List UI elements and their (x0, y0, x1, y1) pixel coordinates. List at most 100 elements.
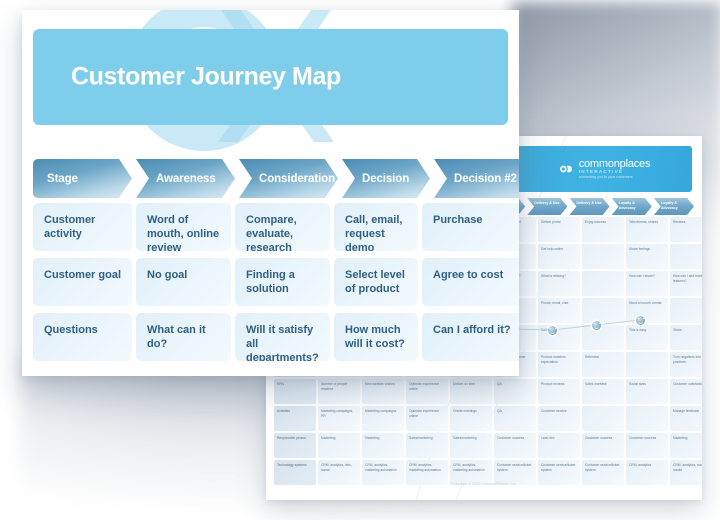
stage-chevron-label: Stage (47, 172, 78, 185)
background-table-cell[interactable] (670, 298, 702, 323)
background-table-row: Activities Marketing campaigns, PR Marketi… (274, 406, 702, 431)
background-table-cell[interactable]: Marketing campaigns, PR (318, 406, 360, 431)
journey-row: Customer goal No goal Finding a solution Se… (33, 258, 519, 306)
background-table-cell[interactable]: Social stats (626, 379, 668, 404)
stage-chevron-label: Awareness (156, 172, 216, 185)
background-table-cell[interactable]: Tells friends, shares (626, 217, 668, 242)
background-table-cell[interactable]: Deliver on time (450, 379, 492, 404)
background-table-cell[interactable]: Lead dev (538, 433, 580, 458)
background-table-cell[interactable]: Word of mouth, media (626, 298, 668, 323)
background-table-cell[interactable]: New website visitors (362, 379, 404, 404)
background-table-cell[interactable]: How can I add more features? (670, 271, 702, 296)
background-table-cell[interactable]: Customer satisfaction (670, 379, 702, 404)
stage-chevron-label: Decision (362, 172, 410, 185)
background-table-cell[interactable]: This is easy (626, 325, 668, 350)
background-table-cell[interactable] (582, 406, 624, 431)
background-row-label[interactable]: KPIs (274, 379, 316, 404)
background-table-cell[interactable] (582, 298, 624, 323)
background-table-cell[interactable] (582, 271, 624, 296)
background-table-cell[interactable]: Marketing (670, 433, 702, 458)
background-table-cell[interactable]: Marketing (362, 433, 404, 458)
background-table-cell[interactable]: Sales/marketing (406, 433, 448, 458)
background-table-cell[interactable] (626, 406, 668, 431)
stage-chevron-0[interactable]: Stage (33, 159, 132, 198)
commonplaces-logo-text: commonplaces INTERACTIVE connecting you … (578, 158, 651, 180)
journey-row-label[interactable]: Customer goal (33, 258, 132, 306)
journey-row: Customer activity Word of mouth, online r… (33, 203, 519, 251)
background-table-cell[interactable]: What is missing? (538, 271, 580, 296)
background-table-row: Responsible person Marketing Marketing Sale… (274, 433, 702, 458)
logo-tagline: connecting you to your customers (578, 175, 633, 179)
background-table-cell[interactable]: Satisfied (538, 325, 580, 350)
stage-chevron-1[interactable]: Awareness (136, 159, 235, 198)
journey-grid: Customer activity Word of mouth, online r… (33, 203, 519, 361)
journey-cell[interactable]: Call, email, request demo (334, 203, 418, 251)
background-table-cell[interactable]: Number of people reached (318, 379, 360, 404)
journey-cell[interactable]: Purchase (422, 203, 519, 251)
stage-header-row: Stage Awareness Consideration Decision Decis… (33, 159, 519, 198)
background-table-cell[interactable]: Phone, email, chat (538, 298, 580, 323)
stage-chevron-label: Consideration (259, 172, 336, 185)
screenshot-canvas: commonplaces INTERACTIVE connecting you … (0, 0, 720, 520)
background-table-cell[interactable]: Share feelings (626, 244, 668, 269)
background-copyright: Copyright © 2020 CommonPlaces, Inc. (451, 482, 517, 486)
background-table-cell[interactable]: Sales increase (582, 379, 624, 404)
background-table-cell[interactable]: Optimize experience online (406, 406, 448, 431)
background-table-cell[interactable] (582, 325, 624, 350)
stage-chevron-4[interactable]: Decision #2 (434, 159, 519, 198)
background-table-cell[interactable]: Share (670, 325, 702, 350)
background-table-cell[interactable]: Customer success (626, 433, 668, 458)
background-table-cell[interactable] (582, 244, 624, 269)
journey-cell[interactable]: No goal (136, 258, 231, 306)
journey-row-label[interactable]: Customer activity (33, 203, 132, 251)
background-table-cell[interactable]: Onsite meetings (450, 406, 492, 431)
journey-cell[interactable]: What can it do? (136, 313, 231, 361)
background-table-cell[interactable]: QA (494, 406, 536, 431)
journey-cell[interactable]: Will it satisfy all departments? (235, 313, 330, 361)
background-table-cell[interactable]: Customer success (582, 433, 624, 458)
journey-cell[interactable]: Select level of product (334, 258, 418, 306)
background-table-cell[interactable]: Turn negatives into positives (670, 352, 702, 377)
background-column-header-7[interactable]: Delivery & Use (569, 198, 609, 215)
background-table-cell[interactable]: Customer success (494, 433, 536, 458)
background-table-cell[interactable]: QA (494, 379, 536, 404)
journey-row: Questions What can it do? Will it satisfy … (33, 313, 519, 361)
journey-cell[interactable]: How much will it cost? (334, 313, 418, 361)
background-table-cell[interactable]: Marketing (318, 433, 360, 458)
background-table-cell[interactable]: Product reviews (538, 379, 580, 404)
journey-cell[interactable]: Word of mouth, online review (136, 203, 231, 251)
background-table-row: KPIs Number of people reached New website … (274, 379, 702, 404)
commonplaces-mark-icon (559, 165, 572, 173)
front-journey-card[interactable]: Customer Journey Map Stage Awareness Consi… (22, 10, 519, 376)
stage-chevron-3[interactable]: Decision (342, 159, 430, 198)
background-table-cell[interactable]: Enjoy success (582, 217, 624, 242)
background-column-header-8[interactable]: Loyalty & Advocacy (612, 198, 652, 215)
background-table-cell[interactable] (670, 244, 702, 269)
background-table-cell[interactable]: Manage feedback (670, 406, 702, 431)
background-table-cell[interactable] (626, 352, 668, 377)
background-table-cell[interactable]: How can I share? (626, 271, 668, 296)
journey-cell[interactable]: Can I afford it? (422, 313, 519, 361)
background-column-header-6[interactable]: Delivery & Use (527, 198, 567, 215)
background-table-cell[interactable]: Customer service (538, 406, 580, 431)
page-title: Customer Journey Map (71, 62, 341, 91)
stage-chevron-label: Decision #2 (454, 172, 517, 185)
background-table-cell[interactable]: Retention (582, 352, 624, 377)
background-table-cell[interactable]: Sales/marketing (450, 433, 492, 458)
journey-row-label[interactable]: Questions (33, 313, 132, 361)
background-row-label[interactable]: Responsible person (274, 433, 316, 458)
background-table-cell[interactable]: Optimize experience online (406, 379, 448, 404)
background-table-cell[interactable]: Marketing campaigns (362, 406, 404, 431)
hero-banner: Customer Journey Map (33, 29, 508, 125)
background-row-label[interactable]: Activities (274, 406, 316, 431)
background-table-cell[interactable]: Product matches expectation (538, 352, 580, 377)
background-table-cell[interactable]: Get help online (538, 244, 580, 269)
stage-chevron-2[interactable]: Consideration (239, 159, 338, 198)
background-table-cell[interactable]: Deliver portal (538, 217, 580, 242)
journey-cell[interactable]: Finding a solution (235, 258, 330, 306)
background-table-cell[interactable]: Reviews (670, 217, 702, 242)
journey-cell[interactable]: Compare, evaluate, research (235, 203, 330, 251)
background-column-header-9[interactable]: Loyalty & Advocacy (654, 198, 694, 215)
commonplaces-logo: commonplaces INTERACTIVE connecting you … (516, 146, 692, 192)
journey-cell[interactable]: Agree to cost (422, 258, 519, 306)
